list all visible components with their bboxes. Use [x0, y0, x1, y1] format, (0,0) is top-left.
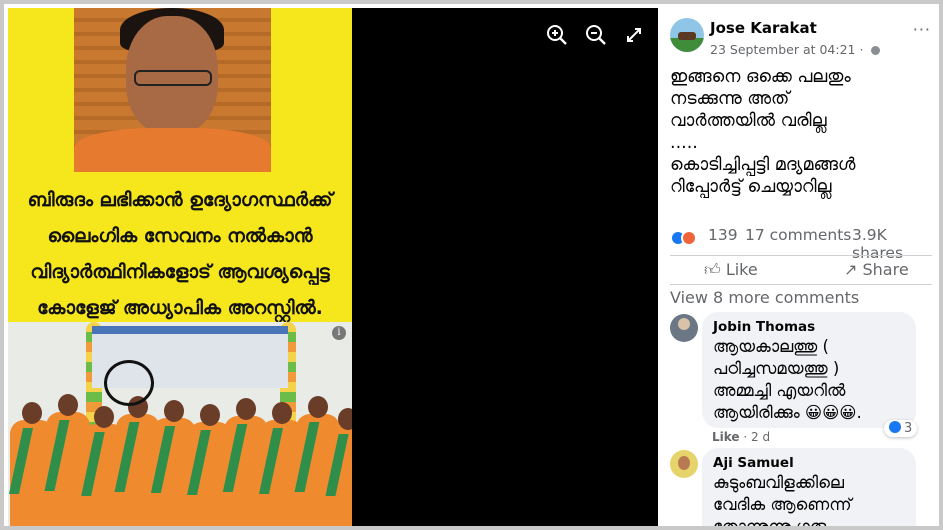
comment-like-count[interactable]: 3 [884, 420, 918, 437]
commenter-name[interactable]: Aji Samuel [713, 454, 905, 472]
comment-text-line: പഠിച്ചസമയത്തു ) [713, 359, 840, 378]
divider [670, 255, 932, 256]
reaction-count[interactable]: 139 [708, 226, 738, 244]
post-text-line: കൊടിച്ചിപ്പട്ടി മദ്യമങ്ങൾ [670, 155, 856, 175]
comment-text-line: കുടുംബവിളക്കിലെ [713, 473, 844, 492]
share-button[interactable]: ↗ Share [844, 260, 909, 279]
comment-like-count-value: 3 [904, 421, 913, 436]
angry-reaction-icon[interactable] [681, 230, 697, 246]
info-icon[interactable]: i [332, 326, 346, 340]
headline-line: കോളേജ് അധ്യാപിക അറസ്റ്റിൽ. [37, 297, 323, 319]
globe-icon [871, 46, 881, 55]
share-icon: ↗ [844, 260, 863, 279]
group-photo [8, 322, 352, 526]
author-avatar[interactable] [670, 18, 704, 52]
commenter-avatar[interactable] [670, 314, 698, 342]
comment-age[interactable]: · 2 d [740, 430, 770, 444]
view-more-comments-link[interactable]: View 8 more comments [670, 288, 859, 307]
photo-viewer[interactable]: ബിരുദം ലഭിക്കാൻ ഉദ്യോഗസ്ഥർക്ക് ലൈംഗിക സേ… [8, 8, 658, 526]
post-timestamp[interactable]: 23 September at 04:21 · [710, 42, 881, 57]
headline-line: ബിരുദം ലഭിക്കാൻ ഉദ്യോഗസ്ഥർക്ക് [27, 189, 333, 211]
highlight-circle [104, 360, 154, 406]
comment-text-line: വേദിക ആണെന്ന് [713, 495, 852, 514]
post-text-line: റിപ്പോർട്ട് ചെയ്യാറില്ല [670, 177, 832, 197]
comment-bubble: Aji Samuel കുടുംബവിളക്കിലെ വേദിക ആണെന്ന്… [702, 448, 916, 530]
post-text-line: നടക്കുന്നു അത് [670, 89, 790, 109]
post-text-line: ഇങ്ങനെ ഒക്കെ പലതും [670, 67, 851, 87]
post-image[interactable]: ബിരുദം ലഭിക്കാൻ ഉദ്യോഗസ്ഥർക്ക് ലൈംഗിക സേ… [8, 8, 352, 526]
zoom-in-icon[interactable] [544, 22, 570, 48]
post-text-line: വാർത്തയിൽ വരില്ല [670, 111, 827, 131]
post-text-line: ..... [670, 133, 698, 153]
comment-text-line: തോന്നുന്നു ഗുരു [713, 517, 827, 530]
portrait-photo [74, 8, 271, 172]
zoom-out-icon[interactable] [583, 22, 609, 48]
commenter-name[interactable]: Jobin Thomas [713, 318, 905, 336]
more-options-icon[interactable]: ··· [913, 20, 931, 39]
reaction-bar: 139 17 comments 3.9K shares [670, 226, 939, 262]
share-button-label: Share [862, 260, 909, 279]
post-text: ഇങ്ങനെ ഒക്കെ പലതും നടക്കുന്നു അത് വാർത്ത… [670, 66, 932, 198]
commenter-avatar[interactable] [670, 450, 698, 478]
headline-line: ലൈംഗിക സേവനം നൽകാൻ [47, 225, 313, 247]
comment-actions: Like · 2 d [712, 430, 770, 444]
thumbs-up-icon: 👍︎ [704, 260, 726, 279]
comment-bubble: Jobin Thomas ആയകാലത്തു ( പഠിച്ചസമയത്തു )… [702, 312, 916, 428]
share-count[interactable]: 3.9K shares [852, 226, 939, 262]
post-panel: Jose Karakat 23 September at 04:21 · ···… [658, 8, 939, 530]
fullscreen-icon[interactable] [621, 22, 647, 48]
comment-text-line: അമ്മച്ചി എയറിൽ [713, 381, 846, 400]
screenshot-frame: ബിരുദം ലഭിക്കാൻ ഉദ്യോഗസ്ഥർക്ക് ലൈംഗിക സേ… [0, 0, 943, 530]
comment-text-line: ആയിരിക്കും 😀😀😀. [713, 403, 862, 422]
post-time-text[interactable]: 23 September at 04:21 · [710, 42, 867, 57]
comment-count[interactable]: 17 comments [745, 226, 851, 244]
like-button[interactable]: 👍︎ Like [704, 260, 758, 280]
image-headline: ബിരുദം ലഭിക്കാൻ ഉദ്യോഗസ്ഥർക്ക് ലൈംഗിക സേ… [8, 178, 352, 330]
comment-text-line: ആയകാലത്തു ( [713, 337, 829, 356]
divider [670, 284, 932, 285]
headline-line: വിദ്യാർത്ഥിനികളോട് ആവശ്യപ്പെട്ട [30, 261, 330, 283]
like-reaction-icon [889, 421, 901, 433]
comment-like-link[interactable]: Like [712, 430, 740, 444]
author-name[interactable]: Jose Karakat [710, 19, 817, 37]
like-button-label: Like [725, 260, 758, 279]
